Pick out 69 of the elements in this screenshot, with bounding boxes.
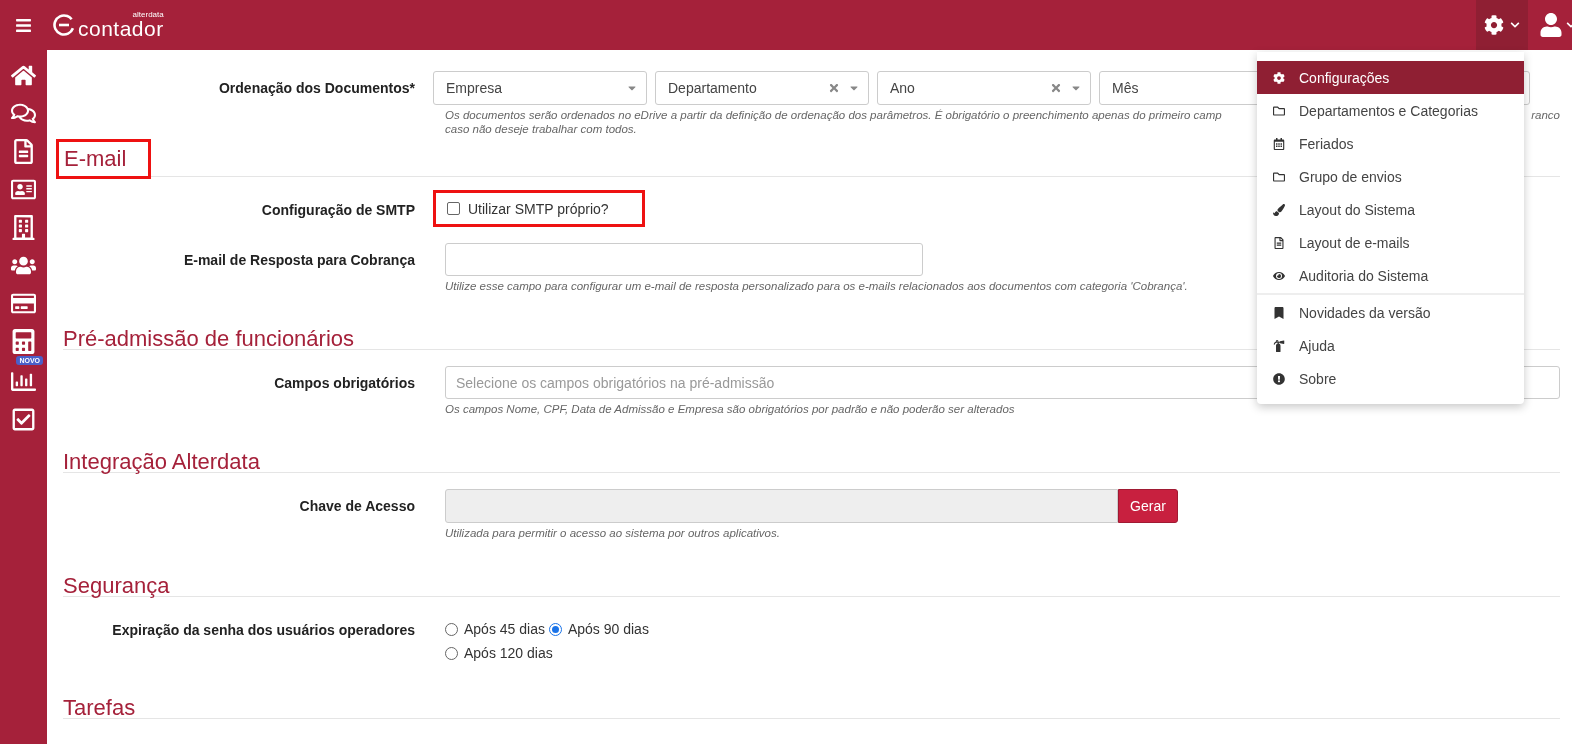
help-text: Utilizada para permitir o acesso ao sistema por outros aplicativos. — [445, 527, 780, 539]
help-text: ranco — [1531, 109, 1560, 121]
logo-subtitle: alterdata — [132, 11, 164, 19]
radio-label: Após 90 dias — [567, 621, 649, 637]
radio-label: Após 120 dias — [464, 645, 553, 661]
clear-icon[interactable] — [828, 82, 840, 94]
dropdown[interactable]: Empresa — [433, 71, 647, 105]
email-field[interactable] — [445, 243, 923, 276]
checkbox-label: Utilizar SMTP próprio? — [468, 200, 609, 217]
access-key-field[interactable] — [445, 489, 1118, 523]
menu-item[interactable]: Layout do Sistema — [1257, 193, 1524, 226]
menu-item[interactable]: Grupo de envios — [1257, 160, 1524, 193]
help-text: caso não deseje trabalhar com todos. — [445, 123, 637, 135]
section-heading: E-mail — [56, 139, 152, 179]
menu-item[interactable]: Ajuda — [1257, 329, 1524, 362]
generate-button[interactable]: Gerar — [1118, 489, 1178, 523]
menu-item[interactable]: Configurações — [1257, 61, 1524, 94]
folder-icon — [1273, 170, 1287, 183]
clear-icon[interactable] — [1050, 82, 1062, 94]
radio-option[interactable]: Após 90 dias — [548, 621, 649, 637]
document-icon — [1273, 236, 1287, 249]
dropdown[interactable]: Departamento — [655, 71, 869, 105]
exclamation-icon — [1273, 372, 1287, 385]
calculator-icon — [11, 329, 36, 354]
chat-icon — [11, 101, 36, 126]
section-heading: Pré-admissão de funcionários — [63, 326, 355, 352]
field-label: Configuração de SMTP — [260, 201, 415, 220]
help-text: Os campos Nome, CPF, Data de Admissão e Empresa são obrigatórios por padrão e não poderão ser alterados — [445, 403, 1015, 415]
radio-label: Após 45 dias — [464, 621, 545, 637]
user-icon — [1539, 13, 1563, 37]
radio-option[interactable]: Após 45 dias — [445, 621, 545, 637]
chevron-icon — [1510, 20, 1520, 30]
calendar-icon — [1273, 137, 1287, 150]
settings-button[interactable] — [1476, 0, 1528, 50]
help-text: Os documentos serão ordenados no eDrive a partir da definição de ordenação dos parâmetros. É obrigatório o preenchimento apenas do primeiro camp — [445, 109, 1222, 121]
section-heading: Integração Alterdata — [63, 449, 260, 475]
dropdown[interactable]: Ano — [877, 71, 1091, 105]
menu-item[interactable]: Auditoria do Sistema — [1257, 259, 1524, 292]
checkbox-option[interactable]: Utilizar SMTP próprio? — [433, 190, 645, 227]
section-heading: Tarefas — [63, 695, 136, 721]
field-label: Chave de Acesso — [298, 497, 415, 516]
checkbox-icon — [11, 407, 36, 432]
extinguisher-icon — [1273, 339, 1287, 352]
home-icon — [11, 63, 36, 88]
menu-item[interactable]: Layout de e-mails — [1257, 226, 1524, 259]
brush-icon — [1273, 203, 1287, 216]
credit-card-icon — [11, 291, 36, 316]
logo-text: contador — [78, 18, 164, 39]
section-heading: Segurança — [63, 573, 170, 599]
help-text: Utilize esse campo para configurar um e-mail de resposta personalizado para os e-mails relacionados aos documentos com categoria 'Cobrança'. — [445, 280, 1188, 292]
settings-icon — [1484, 15, 1504, 35]
eye-icon — [1273, 269, 1287, 282]
bar-chart-icon — [11, 369, 36, 394]
document-icon — [11, 139, 36, 164]
radio-option[interactable]: Após 120 dias — [445, 645, 553, 661]
checkbox[interactable] — [447, 202, 460, 215]
building-icon — [11, 215, 36, 240]
logo-icon — [53, 14, 75, 36]
field-label: E-mail de Resposta para Cobrança — [182, 251, 415, 270]
id-card-icon — [11, 177, 36, 202]
field-label: Campos obrigatórios — [273, 374, 415, 393]
bookmark-icon — [1273, 306, 1287, 319]
menu-item[interactable]: Novidades da versão — [1257, 296, 1524, 329]
field-label: Ordenação dos Documentos* — [217, 79, 415, 98]
gear-icon — [1273, 71, 1287, 84]
folder-icon — [1273, 104, 1287, 117]
menu-item[interactable]: Feriados — [1257, 127, 1524, 160]
menu-item[interactable]: Departamentos e Categorias — [1257, 94, 1524, 127]
field-label: Expiração da senha dos usuários operadores — [111, 621, 415, 640]
